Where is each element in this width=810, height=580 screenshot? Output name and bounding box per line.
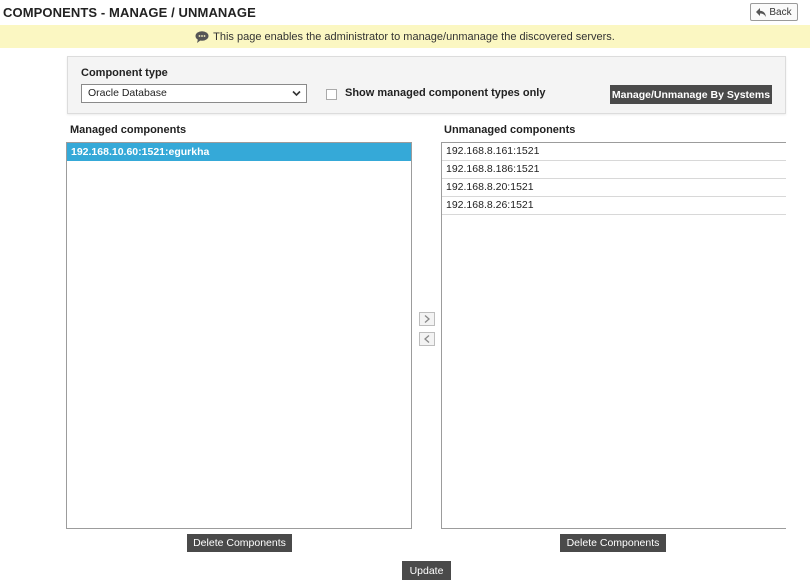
- managed-components-heading: Managed components: [70, 124, 187, 136]
- list-item[interactable]: 192.168.8.20:1521: [442, 179, 786, 197]
- manage-by-systems-button[interactable]: Manage/Unmanage By Systems: [610, 85, 772, 104]
- filter-panel: Component type Oracle Database Show mana…: [67, 56, 786, 114]
- page-title: COMPONENTS - MANAGE / UNMANAGE: [3, 5, 256, 20]
- list-item[interactable]: 192.168.10.60:1521:egurkha: [67, 143, 411, 161]
- back-button-label: Back: [769, 6, 792, 18]
- component-type-select[interactable]: Oracle Database: [81, 84, 307, 103]
- managed-only-checkbox[interactable]: [326, 89, 337, 100]
- back-button[interactable]: Back: [750, 3, 798, 21]
- list-item[interactable]: 192.168.8.161:1521: [442, 143, 786, 161]
- delete-unmanaged-components-button[interactable]: Delete Components: [560, 534, 666, 552]
- component-type-label: Component type: [81, 67, 168, 79]
- banner-message: This page enables the administrator to m…: [213, 30, 615, 43]
- list-item[interactable]: 192.168.8.186:1521: [442, 161, 786, 179]
- chevron-right-icon: [424, 315, 430, 323]
- speech-bubble-icon: [195, 30, 209, 43]
- managed-components-list[interactable]: 192.168.10.60:1521:egurkha: [66, 142, 412, 529]
- chevron-down-icon: [292, 90, 301, 97]
- chevron-left-icon: [424, 335, 430, 343]
- unmanaged-components-list[interactable]: 192.168.8.161:1521 192.168.8.186:1521 19…: [441, 142, 786, 529]
- move-left-button[interactable]: [419, 332, 435, 346]
- component-type-value: Oracle Database: [88, 87, 167, 99]
- unmanaged-components-heading: Unmanaged components: [444, 124, 576, 136]
- move-right-button[interactable]: [419, 312, 435, 326]
- info-banner: This page enables the administrator to m…: [0, 25, 810, 48]
- update-button[interactable]: Update: [402, 561, 451, 580]
- delete-managed-components-button[interactable]: Delete Components: [187, 534, 292, 552]
- list-item[interactable]: 192.168.8.26:1521: [442, 197, 786, 215]
- managed-only-label: Show managed component types only: [345, 87, 546, 99]
- back-arrow-icon: [756, 7, 767, 17]
